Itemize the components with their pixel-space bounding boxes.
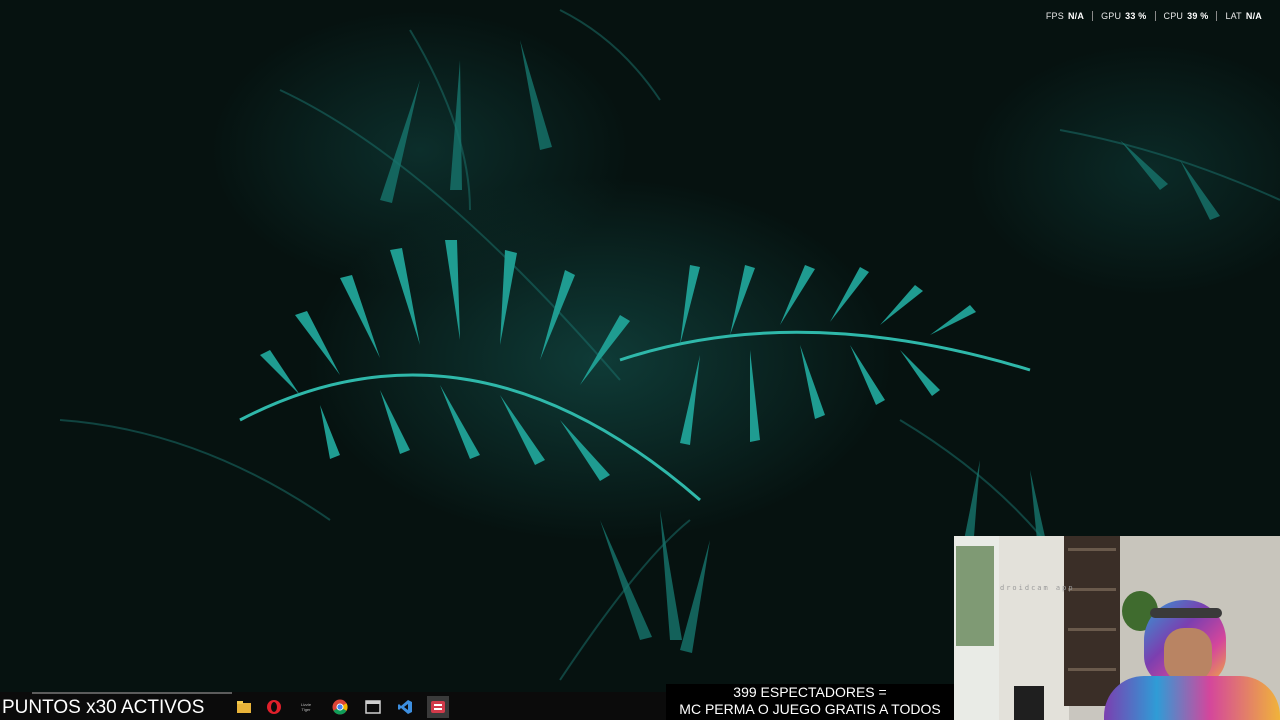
espectadores-line-1: 399 ESPECTADORES =	[733, 684, 887, 700]
webcam-watermark: droidcam app	[1000, 584, 1075, 592]
perf-cpu: CPU 39 %	[1154, 11, 1217, 21]
taskbar-start-indicator	[32, 692, 232, 694]
opera-icon[interactable]	[263, 696, 285, 718]
perf-gpu: GPU 33 %	[1092, 11, 1154, 21]
lizzie-tiger-label: Lizzie Tiger	[300, 702, 312, 712]
perf-lat-value: N/A	[1245, 11, 1262, 21]
webcam-headphones	[1150, 608, 1222, 618]
performance-overlay: FPS N/A GPU 33 % CPU 39 % LAT N/A	[1038, 11, 1270, 21]
perf-fps: FPS N/A	[1038, 11, 1092, 21]
webcam-hoodie	[1104, 676, 1280, 720]
webcam-window-view	[956, 546, 994, 646]
lizzie-tiger-app-icon[interactable]: Lizzie Tiger	[295, 696, 317, 718]
visual-studio-icon[interactable]	[394, 696, 416, 718]
perf-lat: LAT N/A	[1216, 11, 1270, 21]
espectadores-overlay: 399 ESPECTADORES = MC PERMA O JUEGO GRAT…	[666, 684, 954, 720]
perf-lat-label: LAT	[1225, 11, 1242, 21]
webcam-shelf	[1064, 536, 1120, 706]
red-app-icon[interactable]	[427, 696, 449, 718]
perf-fps-label: FPS	[1045, 11, 1064, 21]
perf-cpu-label: CPU	[1163, 11, 1184, 21]
webcam-face	[1164, 628, 1212, 682]
perf-gpu-value: 33 %	[1125, 11, 1147, 21]
webcam-feed: droidcam app	[954, 536, 1280, 720]
chrome-icon[interactable]	[329, 696, 351, 718]
window-app-icon[interactable]	[362, 696, 384, 718]
perf-gpu-label: GPU	[1101, 11, 1122, 21]
espectadores-line-2: MC PERMA O JUEGO GRATIS A TODOS	[679, 701, 941, 717]
webcam-mic-arm	[1014, 686, 1044, 720]
perf-fps-value: N/A	[1067, 11, 1085, 21]
file-explorer-icon[interactable]	[233, 696, 255, 718]
puntos-overlay-text: PUNTOS x30 ACTIVOS	[2, 697, 205, 718]
perf-cpu-value: 39 %	[1187, 11, 1209, 21]
